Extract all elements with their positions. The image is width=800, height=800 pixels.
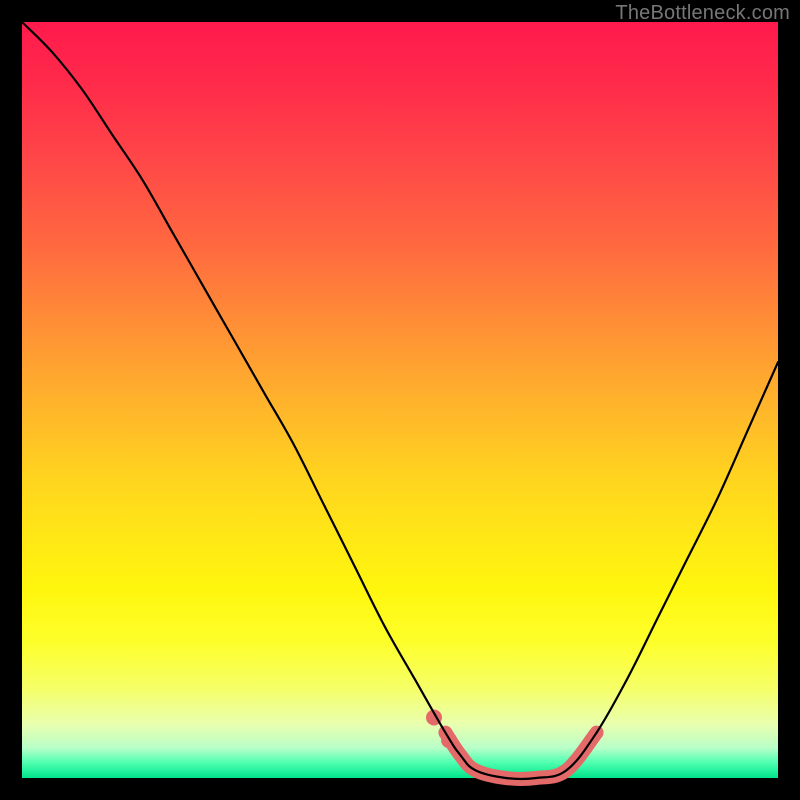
plot-area (22, 22, 778, 778)
chart-frame: TheBottleneck.com (0, 0, 800, 800)
curve-svg (22, 22, 778, 778)
optimal-range-highlight (445, 733, 596, 779)
bottleneck-curve (22, 22, 778, 779)
